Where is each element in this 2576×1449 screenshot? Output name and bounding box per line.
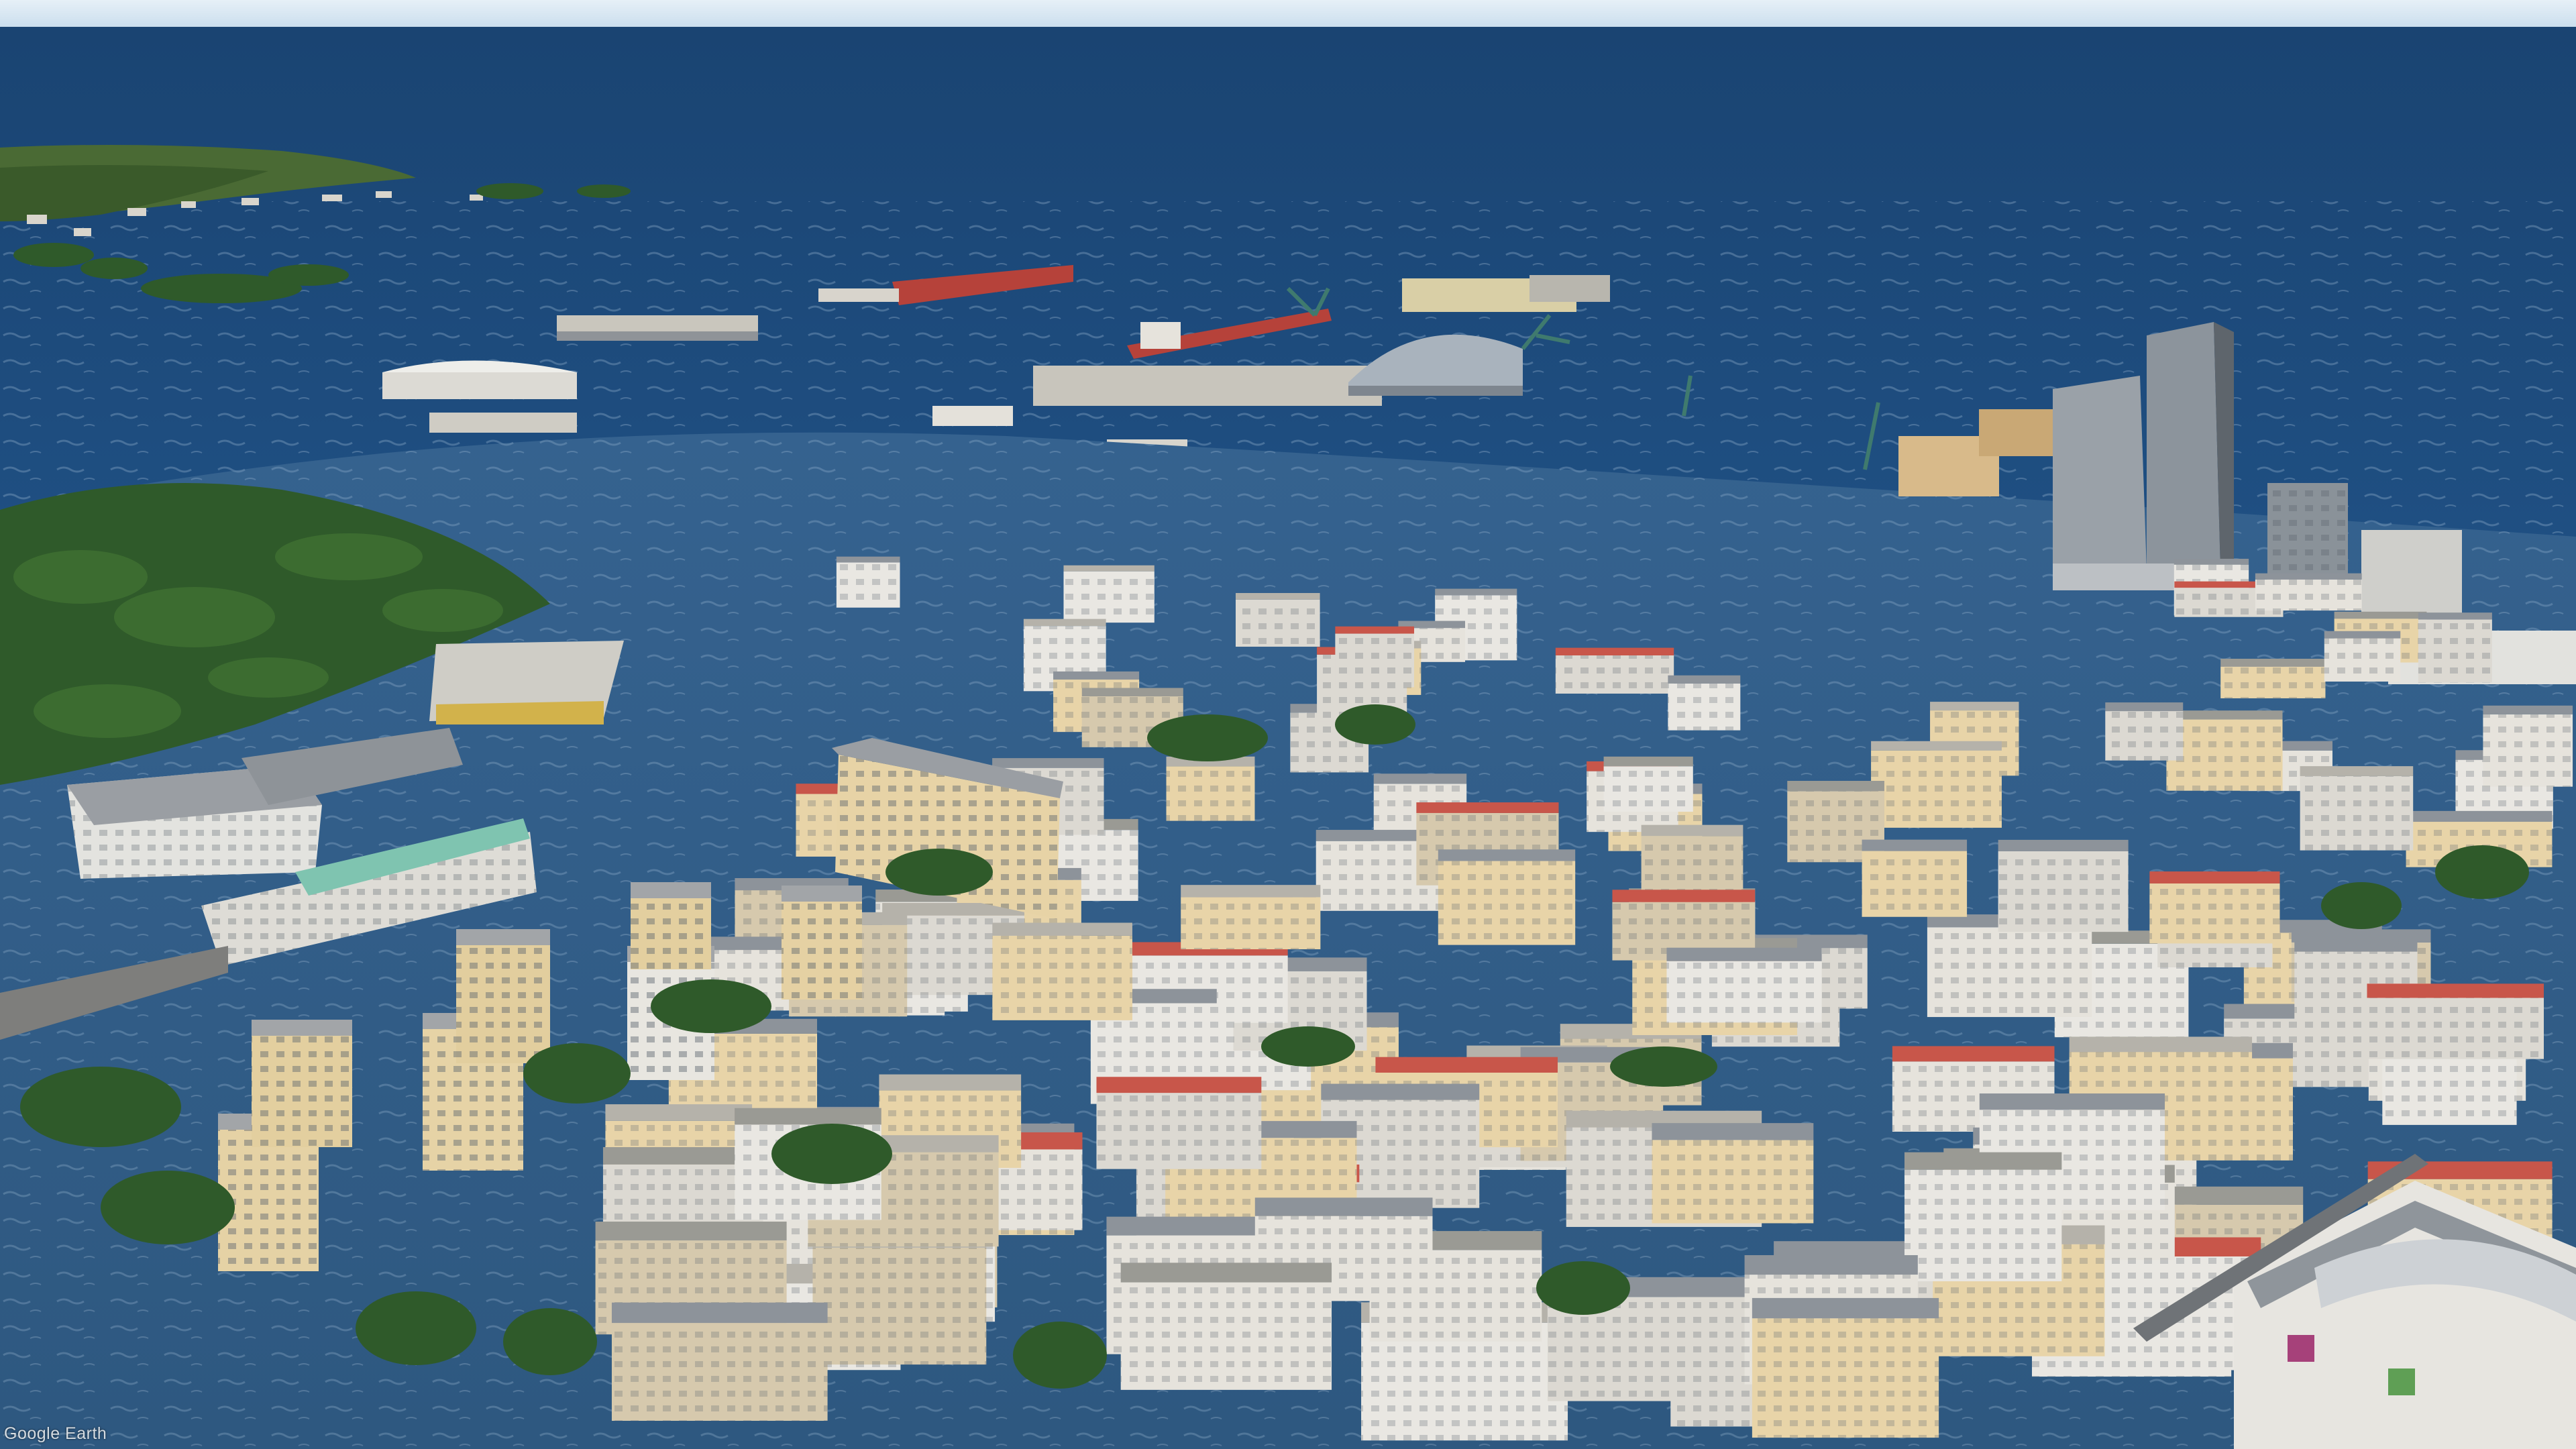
city-block (1871, 741, 2002, 828)
city-block (1335, 626, 1415, 688)
port-dock (1033, 366, 1382, 406)
city-block (611, 1302, 828, 1421)
city-block (2324, 631, 2401, 682)
tower-f (782, 885, 862, 1000)
city-block (2255, 573, 2362, 611)
city-block (1555, 647, 1674, 694)
city-block (1862, 839, 1968, 917)
city-block (1904, 1152, 2062, 1281)
city-block (1235, 593, 1320, 647)
city-block (2220, 658, 2326, 698)
city-block (1166, 756, 1255, 821)
city-block (2105, 702, 2184, 761)
city-block (836, 556, 900, 608)
city-block (2149, 871, 2280, 944)
flood-scene (0, 0, 2576, 1449)
city-block (1120, 1263, 1332, 1390)
tower-main (2147, 322, 2220, 584)
city-block (2483, 705, 2573, 787)
city-block (1668, 675, 1741, 731)
tower-b (252, 1020, 352, 1147)
city-block (1181, 885, 1321, 950)
city-block (992, 922, 1132, 1020)
tower-d (456, 929, 550, 1063)
warehouse-left (382, 372, 577, 399)
city-block (812, 1228, 987, 1365)
city-block (2367, 983, 2544, 1059)
city-block (2166, 710, 2283, 791)
attribution-label: Google Earth (4, 1424, 107, 1443)
city-block (2418, 612, 2492, 683)
city-block (1998, 839, 2129, 932)
city-block (1063, 565, 1155, 623)
city-block (1438, 849, 1576, 945)
pier-left (557, 315, 758, 331)
tower-g (631, 882, 711, 969)
city-block (2300, 766, 2414, 851)
city-block (1666, 947, 1822, 1023)
city-block (1652, 1123, 1814, 1224)
sky (0, 0, 2576, 30)
city-block (1603, 756, 1693, 812)
city-block (1096, 1077, 1262, 1169)
city-block (1752, 1297, 1939, 1438)
